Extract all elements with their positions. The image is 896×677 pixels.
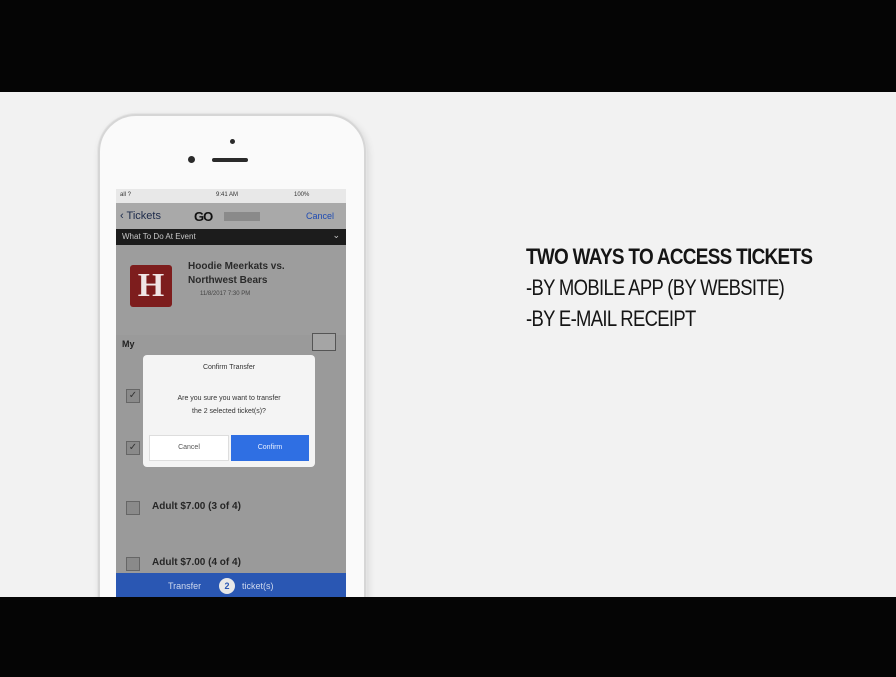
section-header[interactable]: What To Do At Event ⌄	[116, 229, 346, 245]
select-all-box[interactable]	[312, 333, 336, 351]
my-tickets-label: My	[122, 339, 135, 349]
caption-line-email: -BY E-MAIL RECEIPT	[526, 306, 696, 331]
app-logo: GO	[194, 209, 213, 224]
letterbox-bottom	[0, 597, 896, 677]
team-logo: H	[130, 265, 172, 307]
checkbox[interactable]	[126, 557, 140, 571]
back-button[interactable]: ‹ Tickets	[120, 210, 161, 222]
dialog-title: Confirm Transfer	[202, 364, 256, 371]
app-logo-wordmark	[224, 212, 260, 221]
event-date: 11/8/2017 7:30 PM	[200, 291, 251, 297]
phone-screen: all ? 9:41 AM 100% ‹ Tickets GO Cancel W…	[116, 189, 346, 597]
event-title-line1: Hoodie Meerkats vs.	[188, 261, 285, 272]
transfer-prefix: Transfer	[168, 581, 202, 591]
letterbox-top	[0, 0, 896, 92]
front-camera	[188, 156, 195, 163]
cancel-link[interactable]: Cancel	[306, 211, 334, 221]
transfer-button[interactable]: Transfer 2 ticket(s)	[116, 573, 346, 597]
earpiece-speaker	[212, 158, 248, 162]
dialog-confirm-button[interactable]: Confirm	[231, 435, 309, 461]
status-time: 9:41 AM	[216, 192, 239, 198]
phone-mockup: all ? 9:41 AM 100% ‹ Tickets GO Cancel W…	[98, 114, 366, 597]
carrier-signal: all ?	[120, 192, 132, 198]
dialog-cancel-button[interactable]: Cancel	[149, 435, 229, 461]
checkbox[interactable]	[126, 501, 140, 515]
ticket-row[interactable]: Adult $7.00 (3 of 4)	[116, 493, 346, 523]
front-sensor	[230, 139, 235, 144]
back-label: Tickets	[126, 210, 161, 222]
caption-block: TWO WAYS TO ACCESS TICKETS -BY MOBILE AP…	[526, 244, 859, 332]
checkbox-checked[interactable]: ✓	[126, 441, 140, 455]
dialog-message-line1: Are you sure you want to transfer	[177, 395, 281, 402]
selected-count-badge: 2	[219, 578, 235, 594]
chevron-down-icon: ⌄	[332, 230, 340, 240]
dialog-message-line2: the 2 selected ticket(s)?	[192, 408, 266, 415]
event-card: H Hoodie Meerkats vs. Northwest Bears 11…	[116, 245, 346, 335]
event-title-line2: Northwest Bears	[188, 275, 268, 286]
nav-bar: ‹ Tickets GO Cancel	[116, 203, 346, 229]
confirm-transfer-dialog: Confirm Transfer Are you sure you want t…	[143, 355, 315, 467]
video-frame: all ? 9:41 AM 100% ‹ Tickets GO Cancel W…	[0, 92, 896, 597]
ticket-label: Adult $7.00 (4 of 4)	[152, 557, 241, 568]
status-bar: all ? 9:41 AM 100%	[116, 189, 346, 203]
section-title: What To Do At Event	[122, 232, 196, 241]
transfer-suffix: ticket(s)	[242, 581, 274, 591]
chevron-left-icon: ‹	[120, 210, 124, 222]
caption-line-mobile: -BY MOBILE APP (BY WEBSITE)	[526, 275, 785, 300]
caption-headline: TWO WAYS TO ACCESS TICKETS	[526, 244, 813, 269]
ticket-label: Adult $7.00 (3 of 4)	[152, 501, 241, 512]
checkbox-checked[interactable]: ✓	[126, 389, 140, 403]
battery-level: 100%	[294, 192, 310, 198]
